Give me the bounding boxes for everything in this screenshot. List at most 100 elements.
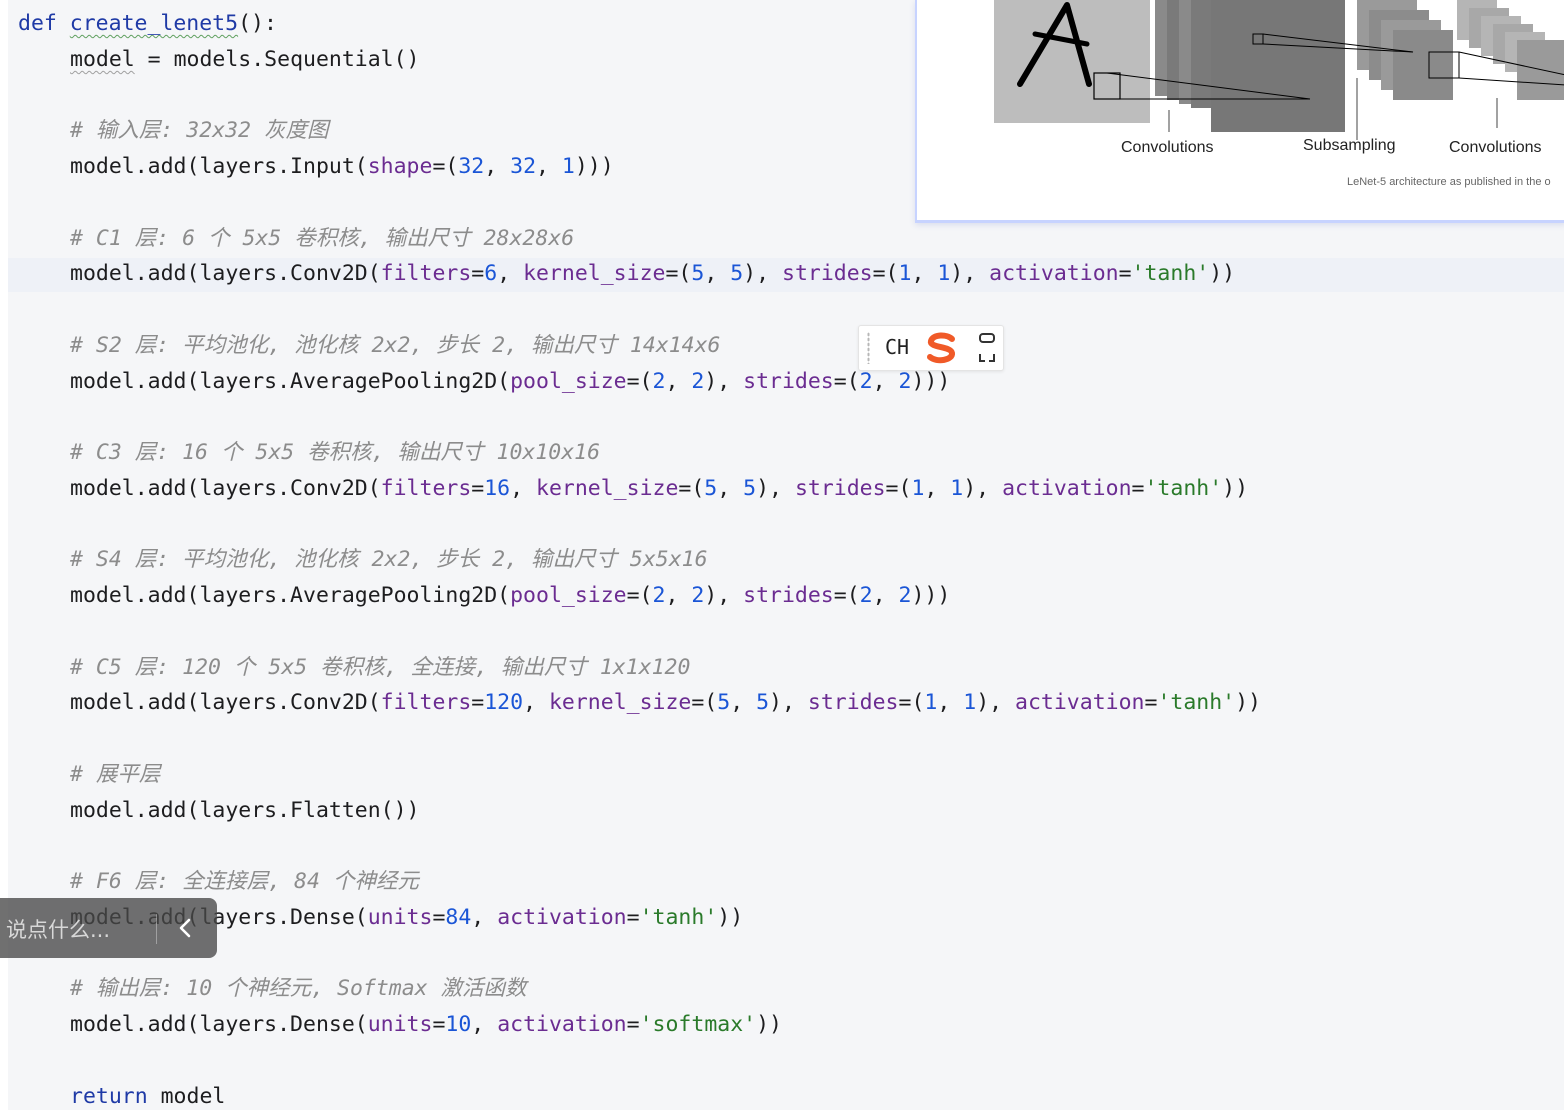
code-token-number: 1 bbox=[950, 475, 964, 501]
ime-language-mode[interactable]: CH bbox=[885, 335, 909, 359]
code-token-plain: model.add(layers.Flatten()) bbox=[70, 797, 420, 823]
diagram-label-convolutions-2: Convolutions bbox=[1449, 139, 1542, 156]
code-token-number: 1 bbox=[898, 261, 912, 287]
code-token-plain: )) bbox=[1235, 690, 1261, 716]
comment-input-placeholder[interactable]: 说点什么... bbox=[6, 914, 110, 944]
code-token-plain: =( bbox=[626, 583, 653, 608]
code-token-kwarg: activation bbox=[1015, 690, 1145, 716]
code-token-number: 5 bbox=[704, 475, 718, 501]
code-line[interactable]: model.add(layers.Input(shape=(32, 32, 1)… bbox=[70, 152, 614, 182]
code-token-plain: , bbox=[665, 583, 692, 608]
code-comment-line[interactable]: # F6 层: 全连接层, 84 个神经元 bbox=[70, 867, 419, 897]
drag-handle-icon[interactable] bbox=[867, 332, 870, 364]
code-comment-line[interactable]: # C5 层: 120 个 5x5 卷积核, 全连接, 输出尺寸 1x1x120 bbox=[70, 653, 690, 683]
code-token-kwarg: pool_size bbox=[510, 583, 627, 608]
code-token-plain: , bbox=[704, 261, 731, 287]
code-line[interactable]: model.add(layers.Conv2D(filters=120, ker… bbox=[70, 688, 1261, 718]
code-token-plain: , bbox=[536, 154, 562, 179]
code-token-number: 1 bbox=[963, 690, 977, 716]
code-token-plain: model bbox=[70, 46, 135, 72]
code-token-number: 5 bbox=[743, 475, 757, 501]
code-token-plain: model.add(layers.Dense( bbox=[70, 1012, 368, 1037]
code-comment-line[interactable]: # S4 层: 平均池化, 池化核 2x2, 步长 2, 输出尺寸 5x5x16 bbox=[70, 545, 708, 575]
code-token-plain: =( bbox=[833, 368, 860, 394]
comment-bar-divider bbox=[156, 914, 157, 944]
code-token-number: 5 bbox=[756, 690, 770, 716]
code-token-plain: =( bbox=[665, 261, 692, 287]
code-token-number: 2 bbox=[898, 368, 912, 394]
code-token-plain: , bbox=[730, 690, 757, 716]
code-token-plain: , bbox=[872, 583, 899, 608]
code-token-number: 32 bbox=[510, 154, 537, 179]
code-line[interactable]: model.add(layers.AveragePooling2D(pool_s… bbox=[70, 581, 950, 611]
code-line[interactable]: model.add(layers.Flatten()) bbox=[70, 796, 420, 826]
code-token-plain: = bbox=[471, 475, 485, 501]
code-token-plain: ), bbox=[756, 475, 795, 501]
expand-corners-icon[interactable] bbox=[977, 332, 997, 364]
code-line[interactable]: def create_lenet5(): bbox=[18, 9, 277, 39]
code-token-number: 10 bbox=[445, 1012, 472, 1037]
sogou-s-icon[interactable] bbox=[925, 332, 959, 364]
code-token-plain: model.add(layers.Conv2D( bbox=[70, 261, 381, 287]
code-comment-line[interactable]: # 输入层: 32x32 灰度图 bbox=[70, 116, 328, 146]
code-token-string: 'softmax' bbox=[639, 1012, 757, 1037]
code-comment-line[interactable]: # 输出层: 10 个神经元, Softmax 激活函数 bbox=[70, 974, 527, 1004]
lenet5-diagram-panel: Convolutions Subsampling Convolutions Le… bbox=[915, 0, 1564, 223]
code-line[interactable]: model.add(layers.AveragePooling2D(pool_s… bbox=[70, 367, 950, 397]
code-token-plain: = bbox=[626, 1012, 640, 1037]
code-token-plain: , bbox=[523, 690, 549, 716]
code-comment-line[interactable]: # C3 层: 16 个 5x5 卷积核, 输出尺寸 10x10x16 bbox=[70, 438, 600, 468]
code-token-number: 32 bbox=[458, 154, 485, 179]
code-token-number: 2 bbox=[691, 583, 705, 608]
code-token-plain: )) bbox=[756, 1012, 782, 1037]
code-line[interactable]: model.add(layers.Conv2D(filters=16, kern… bbox=[70, 474, 1248, 504]
code-token-plain: , bbox=[665, 368, 692, 394]
code-token-plain: ), bbox=[769, 690, 808, 716]
danmaku-comment-bar[interactable]: 说点什么... bbox=[0, 898, 217, 958]
code-token-plain: , bbox=[471, 1012, 498, 1037]
chevron-left-icon[interactable] bbox=[164, 908, 206, 948]
code-token-plain: = bbox=[626, 904, 640, 930]
code-token-kwarg: strides bbox=[743, 368, 834, 394]
code-token-plain: , bbox=[924, 475, 951, 501]
code-token-plain: =( bbox=[626, 368, 653, 394]
code-token-string: 'tanh' bbox=[1131, 261, 1210, 287]
code-token-plain: , bbox=[937, 690, 964, 716]
code-comment-line[interactable]: # 展平层 bbox=[70, 760, 160, 790]
code-token-fn: create_lenet5 bbox=[69, 11, 239, 36]
code-comment-line[interactable]: # S2 层: 平均池化, 池化核 2x2, 步长 2, 输出尺寸 14x14x… bbox=[70, 331, 721, 361]
code-token-plain: = bbox=[1131, 475, 1145, 501]
code-token-plain: ), bbox=[976, 690, 1016, 716]
code-token-number: 2 bbox=[859, 368, 873, 394]
code-line[interactable]: model.add(layers.Dense(units=10, activat… bbox=[70, 1010, 782, 1040]
code-token-plain: ), bbox=[950, 261, 990, 287]
code-token-plain: model.add(layers.Conv2D( bbox=[70, 690, 381, 716]
diagram-caption: LeNet-5 architecture as published in the… bbox=[1347, 176, 1551, 188]
code-token-plain: ))) bbox=[911, 368, 951, 394]
code-token-number: 120 bbox=[484, 690, 524, 716]
code-token-number: 1 bbox=[911, 475, 925, 501]
code-token-kwarg: filters bbox=[380, 261, 472, 287]
code-token-plain: ))) bbox=[574, 154, 614, 179]
code-token-plain: , bbox=[497, 261, 524, 287]
code-token-plain: , bbox=[911, 261, 938, 287]
code-token-plain: ), bbox=[963, 475, 1003, 501]
code-token-plain: )) bbox=[1222, 475, 1249, 501]
code-token-plain: (): bbox=[238, 11, 277, 36]
code-token-plain: , bbox=[471, 904, 498, 930]
code-token-plain: = bbox=[1118, 261, 1132, 287]
code-line[interactable]: model = models.Sequential() bbox=[70, 45, 420, 75]
code-token-number: 6 bbox=[484, 261, 498, 287]
ime-toolbar[interactable]: CH bbox=[858, 325, 1004, 371]
code-comment-line[interactable]: # C1 层: 6 个 5x5 卷积核, 输出尺寸 28x28x6 bbox=[70, 224, 574, 254]
code-token-plain: =( bbox=[678, 475, 705, 501]
code-token-plain: , bbox=[484, 154, 511, 179]
code-line[interactable]: return model bbox=[70, 1082, 225, 1112]
code-token-plain: , bbox=[510, 475, 537, 501]
code-token-kwarg: shape bbox=[367, 154, 433, 179]
code-token-number: 2 bbox=[652, 583, 666, 608]
code-token-kwarg: activation bbox=[497, 904, 627, 930]
code-line[interactable]: model.add(layers.Conv2D(filters=6, kerne… bbox=[70, 259, 1235, 289]
code-token-number: 2 bbox=[691, 368, 705, 394]
